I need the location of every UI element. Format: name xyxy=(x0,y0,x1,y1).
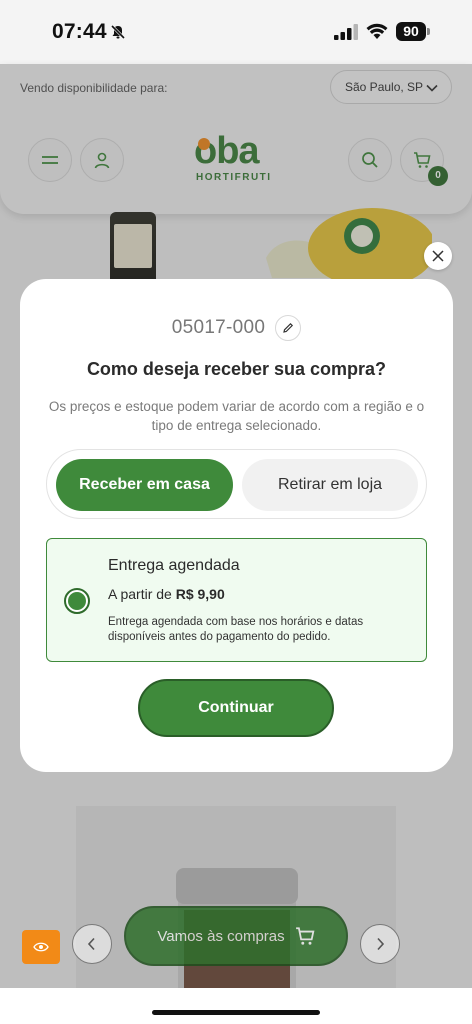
tab-pickup-in-store[interactable]: Retirar em loja xyxy=(242,459,418,511)
option-title: Entrega agendada xyxy=(108,557,240,574)
eye-icon xyxy=(33,942,49,952)
carousel-prev-button[interactable] xyxy=(72,924,112,964)
zip-code-row: 05017-000 xyxy=(20,315,453,341)
signal-icon xyxy=(334,24,358,40)
radio-selected-dot xyxy=(68,592,86,610)
home-indicator-area xyxy=(0,988,472,1024)
lets-shop-label: Vamos às compras xyxy=(157,927,285,945)
modal-description: Os preços e estoque podem variar de acor… xyxy=(48,399,425,433)
carousel-next-button[interactable] xyxy=(360,924,400,964)
zip-code: 05017-000 xyxy=(171,317,266,338)
edit-zip-button[interactable] xyxy=(275,315,302,341)
delivery-type-toggle: Receber em casa Retirar em loja xyxy=(46,449,427,519)
delivery-modal: 05017-000 Como deseja receber sua compra… xyxy=(20,279,453,772)
close-modal-button[interactable] xyxy=(424,242,452,270)
battery-level: 90 xyxy=(396,22,426,41)
status-bar: 07:44 90 xyxy=(0,0,472,64)
pencil-icon xyxy=(283,322,294,333)
chevron-right-icon xyxy=(377,937,385,951)
cart-icon xyxy=(295,927,315,945)
close-icon xyxy=(432,250,444,262)
status-time: 07:44 xyxy=(52,20,107,43)
modal-title: Como deseja receber sua compra? xyxy=(86,359,387,379)
bell-off-icon xyxy=(110,24,126,40)
battery-icon: 90 xyxy=(396,22,430,41)
accessibility-button[interactable] xyxy=(22,930,60,964)
home-indicator[interactable] xyxy=(152,1010,320,1015)
lets-shop-button[interactable]: Vamos às compras xyxy=(124,906,348,966)
wifi-icon xyxy=(366,23,388,39)
chevron-left-icon xyxy=(87,937,95,951)
continue-button[interactable]: Continuar xyxy=(138,679,334,737)
scheduled-delivery-option[interactable]: Entrega agendada A partir de R$ 9,90 Ent… xyxy=(46,538,427,662)
option-price-value: R$ 9,90 xyxy=(175,586,225,602)
option-price-prefix: A partir de xyxy=(108,586,172,602)
option-radio[interactable] xyxy=(64,588,90,614)
option-price: A partir de R$ 9,90 xyxy=(108,586,225,602)
option-description: Entrega agendada com base nos horários e… xyxy=(108,616,364,643)
tab-receive-at-home[interactable]: Receber em casa xyxy=(56,459,233,511)
